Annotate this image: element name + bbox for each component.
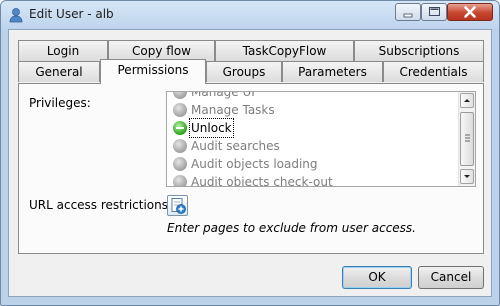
- scroll-thumb[interactable]: [460, 112, 474, 166]
- cancel-button[interactable]: Cancel: [418, 266, 484, 289]
- tab-permissions[interactable]: Permissions: [100, 59, 206, 84]
- scroll-down-button[interactable]: [460, 169, 474, 184]
- tab-copy-flow[interactable]: Copy flow: [108, 40, 215, 61]
- close-button[interactable]: [447, 3, 493, 21]
- scroll-up-button[interactable]: [460, 93, 474, 108]
- dialog-body: Login Copy flow TaskCopyFlow Subscriptio…: [8, 29, 492, 297]
- privilege-off-icon: [173, 139, 187, 153]
- privileges-label: Privileges:: [29, 96, 91, 110]
- edit-user-dialog: Edit User - alb Login Copy flow TaskCopy…: [0, 0, 500, 306]
- add-url-restriction-button[interactable]: [167, 195, 188, 216]
- privilege-off-icon: [173, 92, 187, 99]
- maximize-icon: [429, 7, 440, 16]
- minimize-button[interactable]: [395, 3, 421, 21]
- user-icon: [8, 7, 24, 23]
- tab-login[interactable]: Login: [18, 40, 108, 61]
- tab-credentials[interactable]: Credentials: [383, 61, 484, 82]
- url-restrictions-label: URL access restrictions:: [29, 198, 173, 212]
- tab-subscriptions[interactable]: Subscriptions: [354, 40, 484, 61]
- grip-icon: [465, 134, 470, 142]
- close-icon: [464, 6, 476, 18]
- privilege-on-icon: [173, 121, 187, 135]
- privileges-scrollbar[interactable]: [458, 92, 475, 186]
- minimize-icon: [403, 13, 413, 18]
- title-bar[interactable]: Edit User - alb: [1, 1, 499, 29]
- privileges-list[interactable]: Manage UI Manage Tasks Unlock Audit sear…: [166, 91, 476, 187]
- tab-general[interactable]: General: [18, 61, 100, 82]
- ok-button[interactable]: OK: [342, 266, 412, 289]
- url-restrictions-hint: Enter pages to exclude from user access.: [167, 221, 416, 235]
- permissions-panel: Privileges: Manage UI Manage Tasks Unloc…: [18, 83, 484, 254]
- maximize-button[interactable]: [421, 3, 447, 21]
- window-title: Edit User - alb: [29, 7, 114, 21]
- add-page-icon: [171, 198, 186, 214]
- privilege-off-icon: [173, 103, 187, 117]
- arrow-down-icon: [464, 175, 470, 178]
- privilege-off-icon: [173, 157, 187, 171]
- privilege-off-icon: [173, 175, 187, 186]
- tab-taskcopyflow[interactable]: TaskCopyFlow: [215, 40, 354, 61]
- tab-parameters[interactable]: Parameters: [282, 61, 383, 82]
- arrow-up-icon: [464, 99, 470, 102]
- tab-groups[interactable]: Groups: [206, 61, 282, 82]
